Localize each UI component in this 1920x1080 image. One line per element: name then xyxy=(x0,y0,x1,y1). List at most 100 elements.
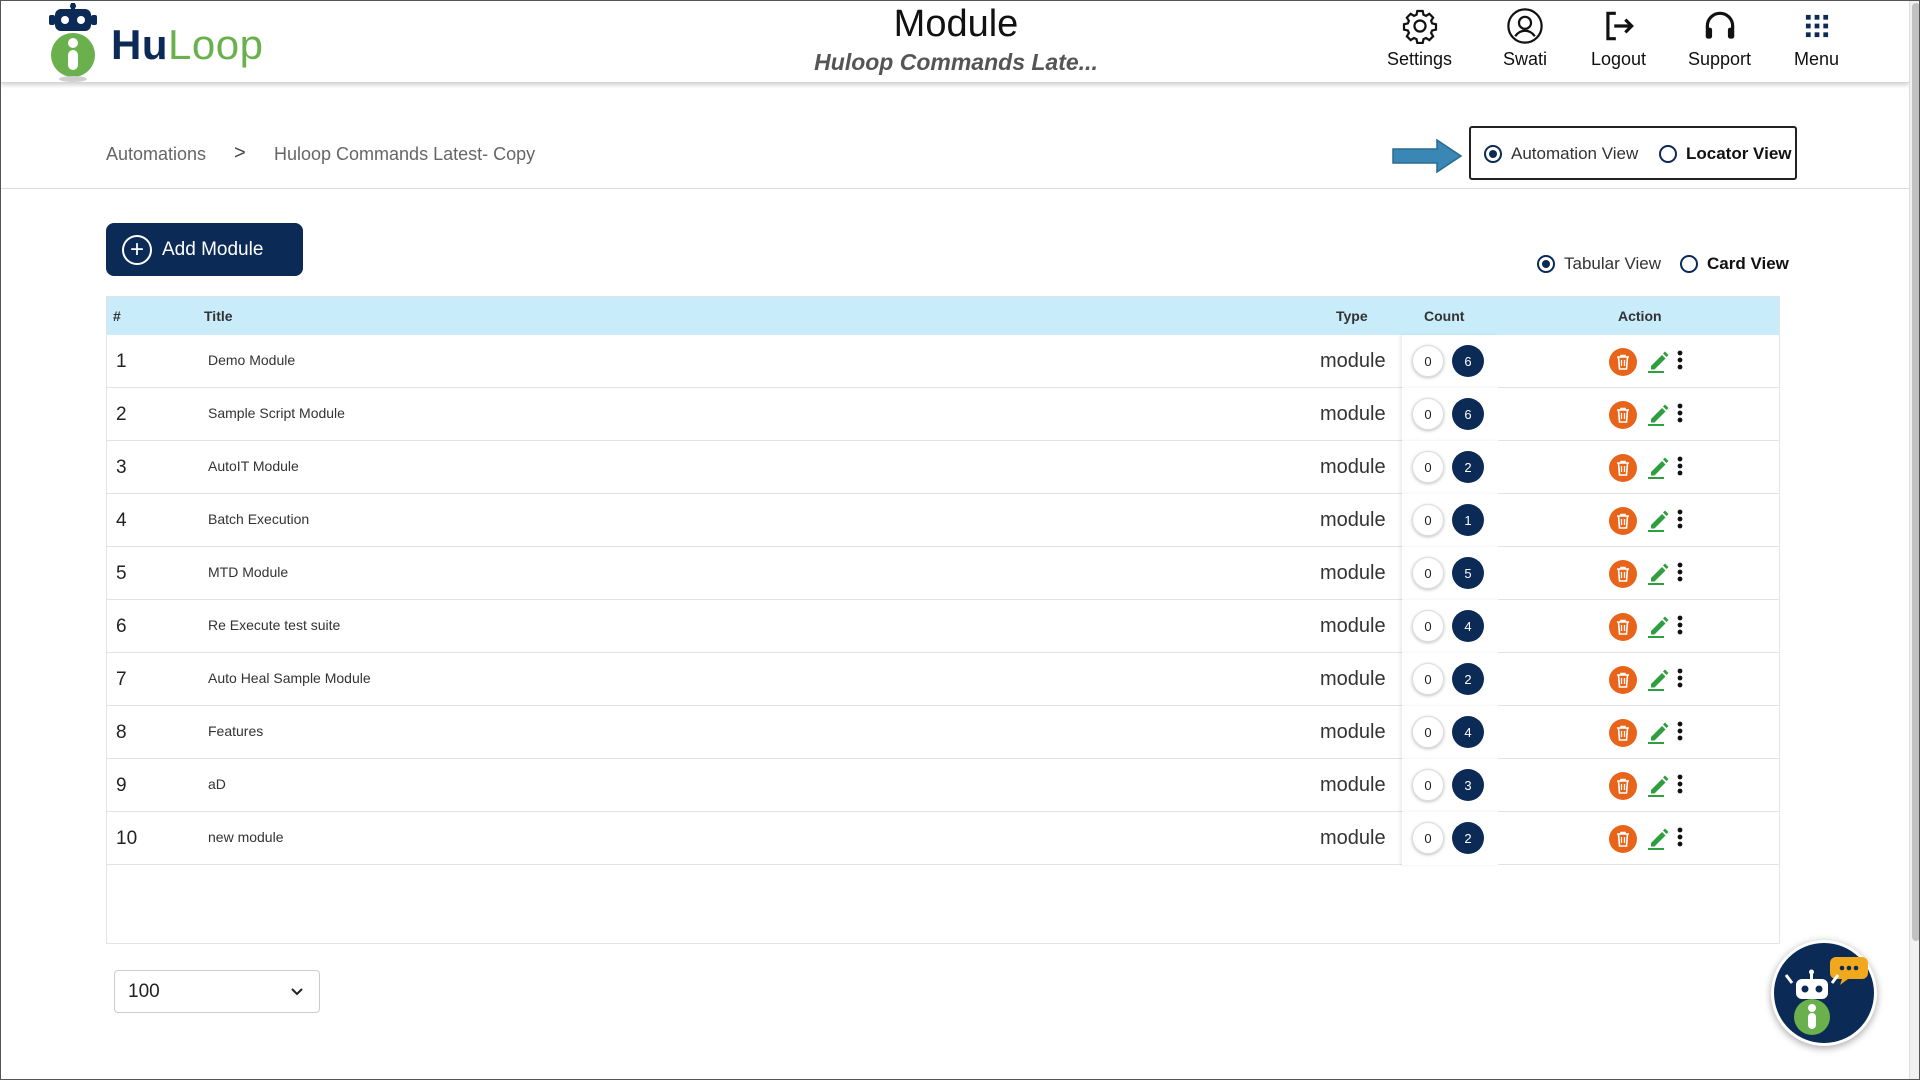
vertical-scrollbar[interactable] xyxy=(1909,1,1919,1079)
more-options-icon[interactable] xyxy=(1675,401,1685,427)
count-zero-badge: 0 xyxy=(1412,504,1444,536)
delete-icon[interactable] xyxy=(1609,719,1637,747)
nav-menu[interactable]: Menu xyxy=(1794,7,1839,70)
nav-logout[interactable]: Logout xyxy=(1591,7,1646,70)
page-size-value: 100 xyxy=(128,981,160,1002)
delete-icon[interactable] xyxy=(1609,666,1637,694)
table-row[interactable]: 3 AutoIT Module module 0 2 xyxy=(107,441,1779,494)
add-module-button[interactable]: + Add Module xyxy=(106,223,303,276)
more-options-icon[interactable] xyxy=(1675,825,1685,851)
chatbot-robot-icon xyxy=(1784,957,1868,1035)
more-options-icon[interactable] xyxy=(1675,560,1685,586)
card-view-label: Card View xyxy=(1707,254,1789,273)
headset-icon xyxy=(1705,11,1734,39)
column-header-type[interactable]: Type xyxy=(1336,308,1368,324)
row-count: 02 xyxy=(1402,441,1498,494)
edit-icon[interactable] xyxy=(1647,560,1669,586)
row-title[interactable]: new module xyxy=(208,829,284,845)
more-options-icon[interactable] xyxy=(1675,507,1685,533)
table-row[interactable]: 2 Sample Script Module module 0 6 xyxy=(107,388,1779,441)
count-zero-badge: 0 xyxy=(1412,557,1444,589)
breadcrumb-automations[interactable]: Automations xyxy=(106,144,206,165)
nav-support[interactable]: Support xyxy=(1688,7,1751,70)
card-view-radio[interactable]: Card View xyxy=(1680,254,1789,274)
nav-settings[interactable]: Settings xyxy=(1387,7,1452,70)
row-count: 06 xyxy=(1402,335,1498,388)
locator-view-radio[interactable]: Locator View xyxy=(1659,144,1792,164)
radio-unselected-icon xyxy=(1659,145,1677,163)
table-row[interactable]: 9 aD module 0 3 xyxy=(107,759,1779,812)
row-number: 8 xyxy=(116,722,127,743)
chatbot-launcher[interactable] xyxy=(1771,940,1877,1046)
nav-logout-label: Logout xyxy=(1591,49,1647,69)
count-total-badge: 6 xyxy=(1452,398,1484,430)
plus-circle-icon: + xyxy=(122,234,152,265)
table-row[interactable]: 1 Demo Module module 0 6 xyxy=(107,335,1779,388)
more-options-icon[interactable] xyxy=(1675,613,1685,639)
delete-icon[interactable] xyxy=(1609,613,1637,641)
edit-icon[interactable] xyxy=(1647,507,1669,533)
delete-icon[interactable] xyxy=(1609,825,1637,853)
count-zero-badge: 0 xyxy=(1412,663,1444,695)
radio-selected-icon xyxy=(1484,145,1502,163)
row-count: 05 xyxy=(1402,547,1498,600)
edit-icon[interactable] xyxy=(1647,401,1669,427)
table-row[interactable]: 10 new module module 0 2 xyxy=(107,812,1779,865)
chevron-down-icon xyxy=(291,988,303,996)
edit-icon[interactable] xyxy=(1647,348,1669,374)
more-options-icon[interactable] xyxy=(1675,666,1685,692)
edit-icon[interactable] xyxy=(1647,454,1669,480)
page-size-select[interactable]: 100 xyxy=(114,970,320,1013)
count-total-badge: 5 xyxy=(1452,557,1484,589)
count-zero-badge: 0 xyxy=(1412,451,1444,483)
delete-icon[interactable] xyxy=(1609,401,1637,429)
row-title[interactable]: aD xyxy=(208,776,226,792)
row-type: module xyxy=(1320,615,1386,637)
edit-icon[interactable] xyxy=(1647,825,1669,851)
row-number: 6 xyxy=(116,616,127,637)
row-number: 1 xyxy=(116,351,127,372)
more-options-icon[interactable] xyxy=(1675,772,1685,798)
more-options-icon[interactable] xyxy=(1675,348,1685,374)
delete-icon[interactable] xyxy=(1609,348,1637,376)
nav-user[interactable]: Swati xyxy=(1503,7,1547,70)
tabular-view-radio[interactable]: Tabular View xyxy=(1537,254,1661,274)
radio-selected-icon xyxy=(1537,255,1555,273)
count-zero-badge: 0 xyxy=(1412,398,1444,430)
table-row[interactable]: 4 Batch Execution module 0 1 xyxy=(107,494,1779,547)
table-row[interactable]: 7 Auto Heal Sample Module module 0 2 xyxy=(107,653,1779,706)
edit-icon[interactable] xyxy=(1647,772,1669,798)
table-row[interactable]: 8 Features module 0 4 xyxy=(107,706,1779,759)
nav-menu-label: Menu xyxy=(1794,49,1840,69)
row-title[interactable]: AutoIT Module xyxy=(208,458,299,474)
automation-view-label: Automation View xyxy=(1511,144,1639,163)
scrollbar-thumb[interactable] xyxy=(1912,3,1919,941)
edit-icon[interactable] xyxy=(1647,613,1669,639)
row-number: 7 xyxy=(116,669,127,690)
delete-icon[interactable] xyxy=(1609,560,1637,588)
page-title: Module xyxy=(893,3,1019,45)
more-options-icon[interactable] xyxy=(1675,454,1685,480)
edit-icon[interactable] xyxy=(1647,666,1669,692)
row-title[interactable]: Re Execute test suite xyxy=(208,617,340,633)
count-zero-badge: 0 xyxy=(1412,822,1444,854)
column-header-number[interactable]: # xyxy=(113,308,121,324)
delete-icon[interactable] xyxy=(1609,507,1637,535)
column-header-title[interactable]: Title xyxy=(204,308,233,324)
row-title[interactable]: Demo Module xyxy=(208,352,295,368)
row-count: 02 xyxy=(1402,653,1498,706)
row-title[interactable]: Sample Script Module xyxy=(208,405,345,421)
table-row[interactable]: 5 MTD Module module 0 5 xyxy=(107,547,1779,600)
more-options-icon[interactable] xyxy=(1675,719,1685,745)
edit-icon[interactable] xyxy=(1647,719,1669,745)
table-row[interactable]: 6 Re Execute test suite module 0 4 xyxy=(107,600,1779,653)
row-title[interactable]: MTD Module xyxy=(208,564,288,580)
row-title[interactable]: Auto Heal Sample Module xyxy=(208,670,371,686)
row-title[interactable]: Features xyxy=(208,723,263,739)
delete-icon[interactable] xyxy=(1609,772,1637,800)
row-title[interactable]: Batch Execution xyxy=(208,511,309,527)
logo-wordmark: HuLoop xyxy=(111,21,263,69)
delete-icon[interactable] xyxy=(1609,454,1637,482)
count-zero-badge: 0 xyxy=(1412,769,1444,801)
automation-view-radio[interactable]: Automation View xyxy=(1484,144,1638,164)
